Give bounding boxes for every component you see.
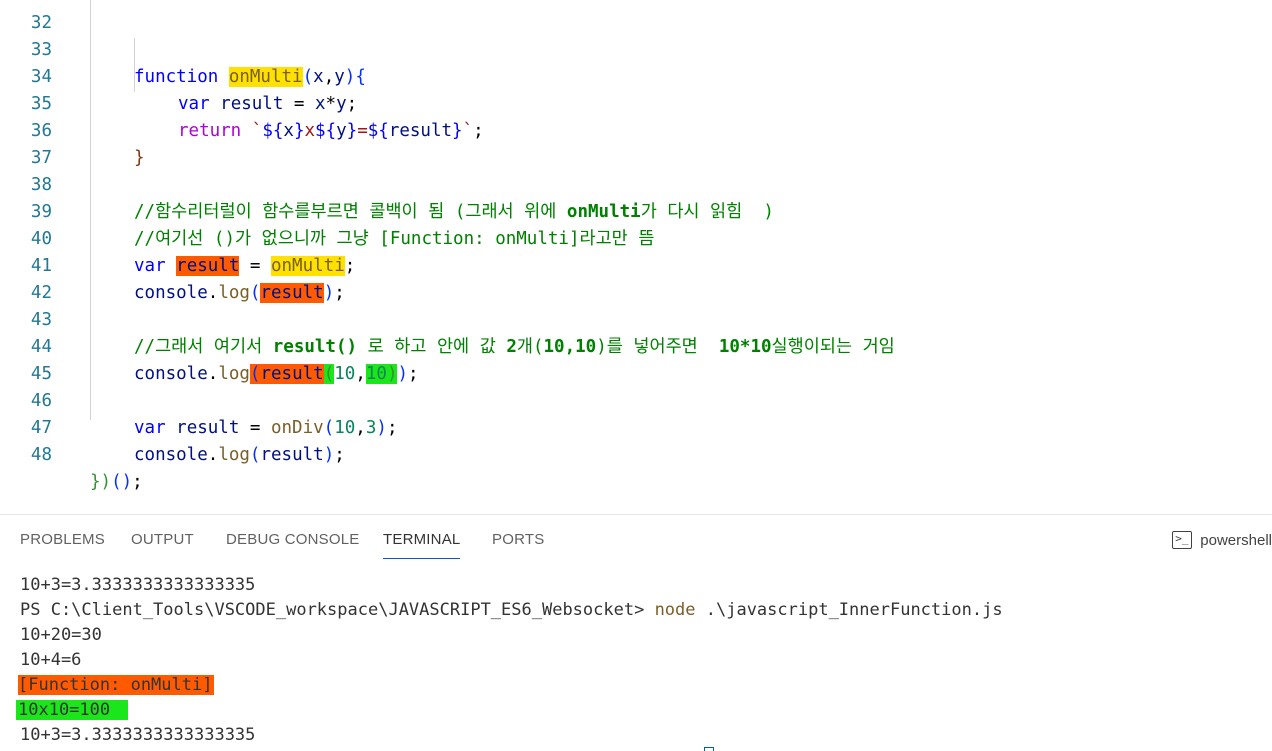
terminal-command-arg: .\javascript_InnerFunction.js: [695, 600, 1003, 620]
code-line[interactable]: 35 return `${x}x${y}=${result}`;: [0, 64, 1272, 141]
code-editor[interactable]: 32 33 function onMulti(x,y){ 34 var resu…: [0, 0, 1272, 514]
terminal-line-highlight-orange: [Function: onMulti]: [18, 675, 215, 695]
code-line[interactable]: 47 console.log(result);: [0, 388, 1272, 465]
line-number: 48: [30, 445, 52, 465]
bottom-panel: PROBLEMS OUTPUT DEBUG CONSOLE TERMINAL P…: [0, 514, 1272, 751]
tab-terminal[interactable]: TERMINAL: [383, 515, 461, 561]
tab-ports[interactable]: PORTS: [492, 515, 544, 561]
terminal-line: 10+20=30: [20, 625, 102, 645]
code-line[interactable]: 42: [0, 253, 1272, 303]
tab-debug-console[interactable]: DEBUG CONSOLE: [226, 515, 359, 561]
tab-problems[interactable]: PROBLEMS: [20, 515, 105, 561]
code-line: 32: [0, 0, 1272, 33]
code-line[interactable]: 46 var result = onDiv(10,3);: [0, 361, 1272, 438]
terminal-cursor: [704, 747, 714, 751]
code-line[interactable]: 37: [0, 118, 1272, 168]
terminal-line-highlight-green: 10x10=100: [16, 698, 129, 723]
terminal-line: 10+3=3.3333333333333335: [20, 575, 256, 595]
code-line[interactable]: 48 })();: [0, 415, 1272, 492]
code-line[interactable]: 40 var result = onMulti;: [0, 199, 1272, 276]
terminal-line: 10+4=6: [20, 650, 82, 670]
code-line[interactable]: 41 console.log(result);: [0, 226, 1272, 303]
code-line[interactable]: 38 //함수리터럴이 함수를부르면 콜백이 됨 (그래서 위에 onMulti…: [0, 145, 1272, 222]
code-line[interactable]: 39 //여기선 ()가 없으니까 그냥 [Function: onMulti]…: [0, 172, 1272, 249]
terminal-shell-selector[interactable]: >_ powershell: [1172, 527, 1272, 553]
panel-tab-bar: PROBLEMS OUTPUT DEBUG CONSOLE TERMINAL P…: [0, 515, 1272, 561]
shell-label: powershell: [1200, 531, 1272, 549]
code-line[interactable]: 45: [0, 334, 1272, 384]
tab-output[interactable]: OUTPUT: [131, 515, 194, 561]
terminal-icon: >_: [1172, 531, 1193, 549]
code-line[interactable]: 34 var result = x*y;: [0, 37, 1272, 114]
terminal-line: PS C:\Client_Tools\VSCODE_workspace\JAVA…: [20, 598, 1003, 623]
code-line[interactable]: 33 function onMulti(x,y){: [0, 10, 1272, 87]
code-line[interactable]: 44 console.log(result(10,10));: [0, 307, 1272, 384]
terminal-prompt: PS C:\Client_Tools\VSCODE_workspace\JAVA…: [20, 600, 655, 620]
terminal-line: 10+3=3.3333333333333335: [20, 725, 256, 745]
code-line[interactable]: 43 //그래서 여기서 result() 로 하고 안에 값 2개(10,10…: [0, 280, 1272, 357]
terminal-command: node: [654, 600, 696, 620]
code-line[interactable]: 36 }: [0, 91, 1272, 168]
